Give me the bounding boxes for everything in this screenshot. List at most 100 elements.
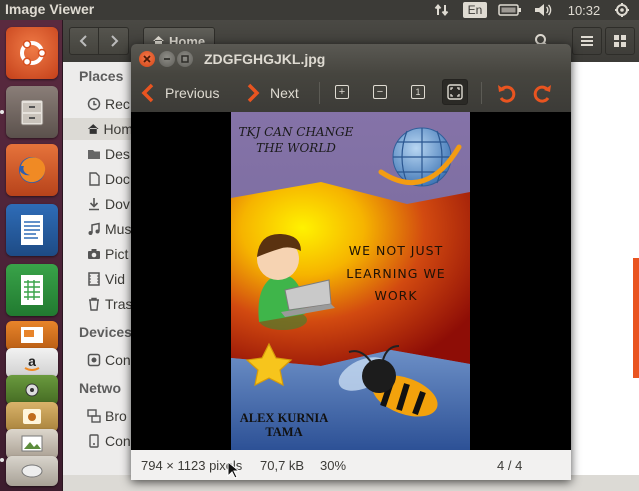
impress-presentation-icon — [21, 327, 43, 343]
battery-icon[interactable] — [497, 0, 523, 20]
clock[interactable]: 10:32 — [563, 0, 605, 20]
sidebar-item-connect-server[interactable]: Con — [87, 430, 131, 452]
normal-size-button[interactable]: 1 — [405, 79, 431, 105]
sidebar-item-videos[interactable]: Vid — [87, 268, 125, 290]
arrow-left-icon — [141, 83, 154, 103]
sidebar-item-desktop[interactable]: Des — [87, 143, 130, 165]
forward-button[interactable] — [99, 28, 128, 54]
ubuntu-logo-icon — [20, 40, 47, 66]
launcher-firefox-button[interactable] — [6, 144, 58, 196]
sidebar-item-computer[interactable]: Con — [87, 349, 131, 371]
sidebar-item-trash[interactable]: Tras — [87, 293, 132, 315]
firefox-icon — [19, 157, 46, 183]
zoom-in-button[interactable]: + — [329, 79, 355, 105]
close-button[interactable] — [139, 51, 155, 67]
sidebar-item-label: Doc — [105, 171, 130, 187]
scrollbar-thumb[interactable] — [633, 258, 639, 378]
next-button[interactable]: Next — [246, 79, 306, 107]
music-icon — [88, 222, 100, 235]
sidebar-item-label: Des — [105, 146, 130, 162]
rotate-left-button[interactable] — [492, 79, 520, 107]
sidebar-item-pictures[interactable]: Pict — [87, 243, 128, 265]
launcher-app-button[interactable] — [6, 456, 58, 486]
top-panel: Image Viewer En 10:32 — [0, 0, 639, 20]
clock-icon — [87, 97, 101, 111]
zoom-out-icon: − — [373, 85, 387, 99]
launcher-writer-button[interactable] — [6, 204, 58, 256]
next-label: Next — [270, 85, 299, 101]
image-filesize: 70,7 kB — [260, 458, 305, 473]
network-updown-icon[interactable] — [431, 0, 453, 20]
download-icon — [89, 198, 99, 211]
ubuntu-dash-button[interactable] — [6, 27, 58, 79]
minimize-button[interactable] — [159, 51, 175, 67]
document-icon — [89, 172, 100, 186]
sidebar-item-label: Con — [105, 352, 131, 368]
window-title: ZDGFGHGJKL.jpg — [204, 51, 326, 67]
volume-icon[interactable] — [531, 0, 555, 20]
previous-label: Previous — [165, 85, 220, 101]
sidebar-item-downloads[interactable]: Dov — [87, 193, 130, 215]
image-text-line: THE WORLD — [256, 141, 336, 156]
active-app-title: Image Viewer — [5, 1, 95, 17]
camera-icon — [88, 249, 100, 259]
arrow-right-icon — [247, 83, 260, 103]
server-icon — [89, 434, 99, 448]
rotate-left-icon — [498, 85, 516, 103]
close-icon — [143, 55, 151, 63]
sidebar-item-documents[interactable]: Doc — [87, 168, 130, 190]
launcher-app-button[interactable] — [6, 429, 58, 459]
drive-icon — [87, 353, 101, 367]
launcher-app-button[interactable] — [6, 402, 58, 432]
best-fit-icon — [447, 84, 463, 100]
rotate-right-button[interactable] — [529, 79, 557, 107]
sidebar-item-home[interactable]: Hom — [63, 118, 133, 140]
writer-document-icon — [21, 215, 43, 245]
launcher-impress-button[interactable] — [6, 321, 58, 351]
zoom-out-button[interactable]: − — [367, 79, 393, 105]
network-icon — [87, 409, 101, 423]
keyboard-layout-indicator[interactable]: En — [463, 2, 487, 18]
view-grid-button[interactable] — [605, 27, 635, 55]
minimize-icon — [164, 58, 170, 60]
image-viewer-titlebar[interactable]: ZDGFGHGJKL.jpg — [131, 44, 571, 74]
back-button[interactable] — [70, 28, 100, 54]
svg-text:a: a — [28, 353, 36, 369]
view-list-button[interactable] — [572, 27, 602, 55]
home-icon — [87, 124, 99, 134]
maximize-button[interactable] — [177, 51, 193, 67]
toolbar-separator — [319, 82, 320, 104]
sidebar-item-label: Vid — [105, 271, 125, 287]
best-fit-button[interactable] — [442, 79, 468, 105]
chevron-right-icon — [110, 35, 118, 47]
launcher-files-button[interactable] — [6, 86, 58, 138]
calc-spreadsheet-icon — [21, 275, 43, 305]
image-display-area[interactable]: TKJ CAN CHANGE THE WORLD WE NOT JUST LEA… — [131, 112, 571, 450]
rotate-right-icon — [533, 85, 551, 103]
sidebar-item-browse-network[interactable]: Bro — [87, 405, 127, 427]
sidebar-item-label: Dov — [105, 196, 130, 212]
sidebar-item-music[interactable]: Mus — [87, 218, 131, 240]
image-viewer-toolbar: Previous Next + − 1 — [131, 74, 571, 112]
sidebar-heading-network: Netwo — [79, 380, 121, 396]
image-text-line: ALEX KURNIA — [239, 411, 329, 425]
sidebar-heading-devices: Devices — [79, 324, 132, 340]
app-icon — [23, 409, 41, 424]
running-indicator — [0, 458, 4, 462]
image-viewer-window: ZDGFGHGJKL.jpg Previous Next + − 1 TKJ C… — [131, 44, 571, 480]
launcher-amazon-button[interactable]: a — [6, 348, 58, 378]
sidebar-item-recent[interactable]: Rec — [87, 93, 130, 115]
image-text-author: ALEX KURNIA TAMA — [231, 411, 337, 440]
file-cabinet-icon — [20, 99, 44, 126]
sidebar-item-label: Con — [105, 433, 131, 449]
image-viewer-icon — [21, 435, 43, 452]
image-text-line: WORK — [374, 288, 418, 303]
launcher-calc-button[interactable] — [6, 264, 58, 316]
launcher-settings-button[interactable] — [6, 375, 58, 405]
power-gear-icon[interactable] — [611, 0, 633, 20]
previous-button[interactable]: Previous — [141, 79, 231, 107]
image-viewer-statusbar: 794 × 1123 pixels 70,7 kB 30% 4 / 4 — [131, 450, 571, 480]
image-text-top: TKJ CAN CHANGE THE WORLD — [231, 124, 361, 156]
sidebar-item-label: Tras — [105, 296, 133, 312]
image-position: 4 / 4 — [497, 458, 523, 473]
